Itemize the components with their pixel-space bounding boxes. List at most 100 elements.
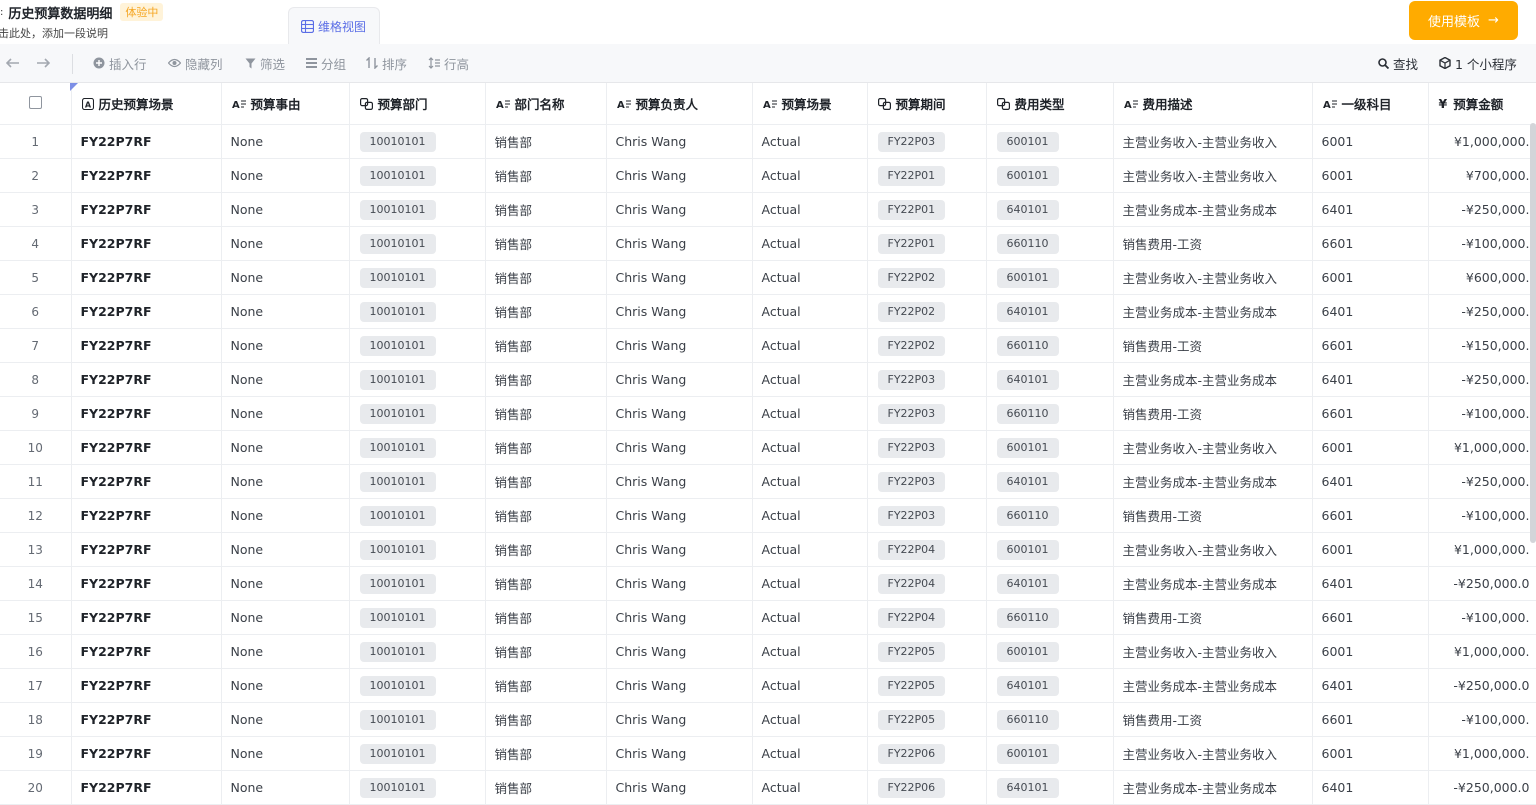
budget-scene-cell[interactable]: Actual xyxy=(752,464,868,499)
budget-scene-cell[interactable]: Actual xyxy=(752,260,868,295)
dept-cell[interactable]: 10010101 xyxy=(349,464,486,499)
owner-cell[interactable]: Chris Wang xyxy=(606,430,753,465)
scene-cell[interactable]: FY22P7RF xyxy=(71,362,222,397)
reason-cell[interactable]: None xyxy=(221,124,350,159)
undo-button[interactable] xyxy=(6,44,24,82)
hide-columns-button[interactable]: 隐藏列 xyxy=(168,44,223,82)
column-header[interactable]: A 一级科目 xyxy=(1312,83,1429,125)
table-row[interactable]: 19 FY22P7RF None 10010101 销售部 Chris Wang… xyxy=(0,736,1536,771)
subject-cell[interactable]: 6401 xyxy=(1312,566,1429,601)
owner-cell[interactable]: Chris Wang xyxy=(606,668,753,703)
owner-cell[interactable]: Chris Wang xyxy=(606,396,753,431)
cost-desc-cell[interactable]: 主营业务收入-主营业务收入 xyxy=(1113,158,1313,193)
cost-desc-cell[interactable]: 主营业务收入-主营业务收入 xyxy=(1113,124,1313,159)
dept-name-cell[interactable]: 销售部 xyxy=(485,736,607,771)
dept-cell[interactable]: 10010101 xyxy=(349,192,486,227)
scene-cell[interactable]: FY22P7RF xyxy=(71,532,222,567)
dept-cell[interactable]: 10010101 xyxy=(349,532,486,567)
table-row[interactable]: 15 FY22P7RF None 10010101 销售部 Chris Wang… xyxy=(0,600,1536,635)
dept-name-cell[interactable]: 销售部 xyxy=(485,668,607,703)
scene-cell[interactable]: FY22P7RF xyxy=(71,736,222,771)
cost-type-cell[interactable]: 640101 xyxy=(986,362,1114,397)
cost-type-cell[interactable]: 600101 xyxy=(986,532,1114,567)
column-header[interactable]: A 预算负责人 xyxy=(606,83,753,125)
reason-cell[interactable]: None xyxy=(221,498,350,533)
amount-cell[interactable]: ¥600,000. xyxy=(1428,260,1536,295)
reason-cell[interactable]: None xyxy=(221,770,350,805)
subject-cell[interactable]: 6601 xyxy=(1312,498,1429,533)
dept-cell[interactable]: 10010101 xyxy=(349,430,486,465)
owner-cell[interactable]: Chris Wang xyxy=(606,260,753,295)
amount-cell[interactable]: -¥100,000. xyxy=(1428,498,1536,533)
owner-cell[interactable]: Chris Wang xyxy=(606,600,753,635)
reason-cell[interactable]: None xyxy=(221,532,350,567)
cost-desc-cell[interactable]: 主营业务成本-主营业务成本 xyxy=(1113,192,1313,227)
subject-cell[interactable]: 6001 xyxy=(1312,260,1429,295)
owner-cell[interactable]: Chris Wang xyxy=(606,226,753,261)
amount-cell[interactable]: -¥250,000.0 xyxy=(1428,668,1536,703)
budget-scene-cell[interactable]: Actual xyxy=(752,498,868,533)
select-all-checkbox[interactable] xyxy=(28,95,42,109)
budget-scene-cell[interactable]: Actual xyxy=(752,668,868,703)
table-row[interactable]: 14 FY22P7RF None 10010101 销售部 Chris Wang… xyxy=(0,566,1536,601)
column-header[interactable]: A 历史预算场景 xyxy=(71,83,222,125)
dept-cell[interactable]: 10010101 xyxy=(349,566,486,601)
budget-scene-cell[interactable]: Actual xyxy=(752,328,868,363)
subject-cell[interactable]: 6001 xyxy=(1312,736,1429,771)
subject-cell[interactable]: 6001 xyxy=(1312,158,1429,193)
subject-cell[interactable]: 6401 xyxy=(1312,668,1429,703)
redo-button[interactable] xyxy=(36,44,54,82)
dept-cell[interactable]: 10010101 xyxy=(349,396,486,431)
scene-cell[interactable]: FY22P7RF xyxy=(71,702,222,737)
period-cell[interactable]: FY22P02 xyxy=(867,328,987,363)
cost-desc-cell[interactable]: 销售费用-工资 xyxy=(1113,328,1313,363)
budget-scene-cell[interactable]: Actual xyxy=(752,362,868,397)
cost-type-cell[interactable]: 600101 xyxy=(986,260,1114,295)
budget-scene-cell[interactable]: Actual xyxy=(752,566,868,601)
dept-name-cell[interactable]: 销售部 xyxy=(485,158,607,193)
owner-cell[interactable]: Chris Wang xyxy=(606,770,753,805)
budget-scene-cell[interactable]: Actual xyxy=(752,600,868,635)
subject-cell[interactable]: 6401 xyxy=(1312,362,1429,397)
dept-cell[interactable]: 10010101 xyxy=(349,600,486,635)
dept-name-cell[interactable]: 销售部 xyxy=(485,260,607,295)
table-row[interactable]: 6 FY22P7RF None 10010101 销售部 Chris Wang … xyxy=(0,294,1536,329)
subject-cell[interactable]: 6401 xyxy=(1312,192,1429,227)
cost-type-cell[interactable]: 660110 xyxy=(986,328,1114,363)
table-row[interactable]: 2 FY22P7RF None 10010101 销售部 Chris Wang … xyxy=(0,158,1536,193)
filter-button[interactable]: 筛选 xyxy=(245,44,285,82)
column-header[interactable]: A 费用描述 xyxy=(1113,83,1313,125)
scene-cell[interactable]: FY22P7RF xyxy=(71,634,222,669)
subject-cell[interactable]: 6601 xyxy=(1312,600,1429,635)
table-row[interactable]: 13 FY22P7RF None 10010101 销售部 Chris Wang… xyxy=(0,532,1536,567)
period-cell[interactable]: FY22P05 xyxy=(867,634,987,669)
column-header[interactable]: A 部门名称 xyxy=(485,83,607,125)
dept-cell[interactable]: 10010101 xyxy=(349,668,486,703)
subject-cell[interactable]: 6001 xyxy=(1312,430,1429,465)
use-template-button[interactable]: 使用模板 → xyxy=(1409,1,1518,40)
scene-cell[interactable]: FY22P7RF xyxy=(71,566,222,601)
mini-program-button[interactable]: 1 个小程序 xyxy=(1439,44,1517,82)
scene-cell[interactable]: FY22P7RF xyxy=(71,260,222,295)
dept-cell[interactable]: 10010101 xyxy=(349,702,486,737)
cost-desc-cell[interactable]: 销售费用-工资 xyxy=(1113,226,1313,261)
scene-cell[interactable]: FY22P7RF xyxy=(71,158,222,193)
cost-type-cell[interactable]: 640101 xyxy=(986,192,1114,227)
vertical-scrollbar[interactable] xyxy=(1530,123,1536,543)
period-cell[interactable]: FY22P03 xyxy=(867,124,987,159)
dept-name-cell[interactable]: 销售部 xyxy=(485,498,607,533)
amount-cell[interactable]: -¥250,000.0 xyxy=(1428,566,1536,601)
amount-cell[interactable]: -¥250,000.0 xyxy=(1428,770,1536,805)
reason-cell[interactable]: None xyxy=(221,362,350,397)
dept-cell[interactable]: 10010101 xyxy=(349,498,486,533)
period-cell[interactable]: FY22P03 xyxy=(867,396,987,431)
amount-cell[interactable]: ¥1,000,000. xyxy=(1428,736,1536,771)
cost-type-cell[interactable]: 600101 xyxy=(986,634,1114,669)
reason-cell[interactable]: None xyxy=(221,702,350,737)
scene-cell[interactable]: FY22P7RF xyxy=(71,226,222,261)
owner-cell[interactable]: Chris Wang xyxy=(606,464,753,499)
cost-desc-cell[interactable]: 销售费用-工资 xyxy=(1113,498,1313,533)
owner-cell[interactable]: Chris Wang xyxy=(606,736,753,771)
period-cell[interactable]: FY22P01 xyxy=(867,158,987,193)
dept-cell[interactable]: 10010101 xyxy=(349,124,486,159)
